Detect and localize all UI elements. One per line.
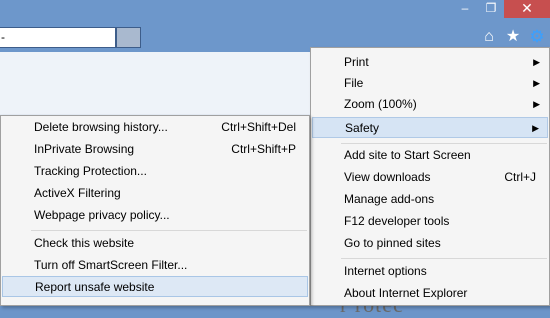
submenu-arrow-icon: ▶ [533,99,540,109]
close-icon[interactable]: ✕ [504,0,550,18]
menu-item-label: Tracking Protection... [34,164,147,178]
tools-gear-icon[interactable]: ⚙ [526,26,548,48]
menu-separator [341,258,547,259]
menu-item-add-site-start[interactable]: Add site to Start Screen [312,145,548,166]
menu-item-about-ie[interactable]: About Internet Explorer [312,283,548,304]
menu-item-smartscreen-off[interactable]: Turn off SmartScreen Filter... [2,255,308,276]
menu-separator [341,143,547,144]
menu-item-internet-options[interactable]: Internet options [312,261,548,282]
home-icon[interactable]: ⌂ [478,26,500,48]
menu-item-label: Webpage privacy policy... [34,208,170,222]
menu-item-label: View downloads [344,170,431,184]
menu-item-safety[interactable]: Safety ▶ [312,117,548,138]
menu-item-label: About Internet Explorer [344,286,468,300]
menu-item-manage-addons[interactable]: Manage add-ons [312,189,548,210]
menu-item-inprivate[interactable]: InPrivate Browsing Ctrl+Shift+P [2,139,308,160]
menu-item-label: Internet options [344,264,427,278]
menu-item-check-website[interactable]: Check this website [2,233,308,254]
menu-item-label: Add site to Start Screen [344,148,471,162]
menu-item-file[interactable]: File ▶ [312,73,548,94]
menu-item-zoom[interactable]: Zoom (100%) ▶ [312,94,548,115]
menu-item-label: InPrivate Browsing [34,142,135,156]
address-go-button[interactable] [116,27,141,48]
menu-item-pinned-sites[interactable]: Go to pinned sites [312,233,548,254]
safety-submenu: Delete browsing history... Ctrl+Shift+De… [0,115,310,306]
menu-item-shortcut: Ctrl+Shift+P [231,142,296,156]
submenu-arrow-icon: ▶ [532,123,539,133]
title-bar: – ❐ ✕ - ⌂ ★ ⚙ [0,0,550,52]
menu-item-label: Report unsafe website [35,280,155,294]
address-input[interactable]: - [0,27,116,48]
page-header [0,52,310,115]
menu-item-view-downloads[interactable]: View downloads Ctrl+J [312,167,548,188]
menu-item-shortcut: Ctrl+Shift+Del [221,120,296,134]
menu-item-privacy-policy[interactable]: Webpage privacy policy... [2,205,308,226]
menu-item-label: Go to pinned sites [344,236,441,250]
minimize-icon[interactable]: – [452,0,478,18]
menu-item-label: ActiveX Filtering [34,186,121,200]
menu-item-label: Manage add-ons [344,192,435,206]
menu-item-shortcut: Ctrl+J [504,170,536,184]
menu-item-label: Zoom (100%) [344,97,417,111]
submenu-arrow-icon: ▶ [533,57,540,67]
menu-separator [31,230,307,231]
menu-item-print[interactable]: Print ▶ [312,52,548,73]
menu-item-label: Delete browsing history... [34,120,168,134]
submenu-arrow-icon: ▶ [533,78,540,88]
menu-item-f12-tools[interactable]: F12 developer tools [312,211,548,232]
menu-item-label: Safety [345,121,380,135]
favorites-star-icon[interactable]: ★ [502,26,524,48]
menu-item-activex-filtering[interactable]: ActiveX Filtering [2,183,308,204]
menu-item-label: Print [344,55,369,69]
menu-item-label: F12 developer tools [344,214,450,228]
menu-item-tracking-protection[interactable]: Tracking Protection... [2,161,308,182]
menu-item-label: File [344,76,364,90]
menu-item-report-unsafe[interactable]: Report unsafe website [2,276,308,297]
menu-item-delete-history[interactable]: Delete browsing history... Ctrl+Shift+De… [2,117,308,138]
menu-item-label: Turn off SmartScreen Filter... [34,258,188,272]
menu-item-label: Check this website [34,236,135,250]
tools-menu: Print ▶ File ▶ Zoom (100%) ▶ Safety ▶ Ad… [310,47,550,306]
restore-icon[interactable]: ❐ [478,0,504,18]
